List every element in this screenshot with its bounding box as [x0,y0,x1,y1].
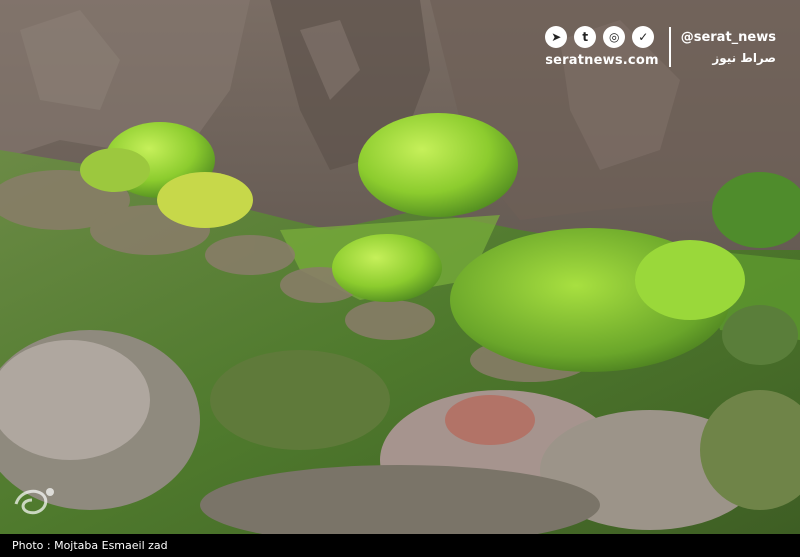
messenger-icon[interactable]: ✓ [632,26,655,48]
watermark: ➤ t ◎ ✓ seratnews.com @serat_news صراط ن… [545,26,776,68]
watermark-divider [668,27,671,67]
landscape-photo [0,0,800,534]
photo-frame: ➤ t ◎ ✓ seratnews.com @serat_news صراط ن… [0,0,800,557]
watermark-persian-name: صراط نیوز [712,50,776,65]
instagram-icon[interactable]: ◎ [603,26,626,48]
social-icons: ➤ t ◎ ✓ [545,26,655,48]
twitter-icon[interactable]: t [574,26,597,48]
news-logo-icon [14,488,54,515]
telegram-icon[interactable]: ➤ [545,26,568,48]
watermark-site: seratnews.com [545,53,659,68]
watermark-right: @serat_news صراط نیوز [681,30,776,65]
watermark-handle: @serat_news [680,29,776,45]
watermark-left: ➤ t ◎ ✓ seratnews.com [545,26,659,68]
photo-credit: Photo : Mojtaba Esmaeil zad [0,534,800,557]
